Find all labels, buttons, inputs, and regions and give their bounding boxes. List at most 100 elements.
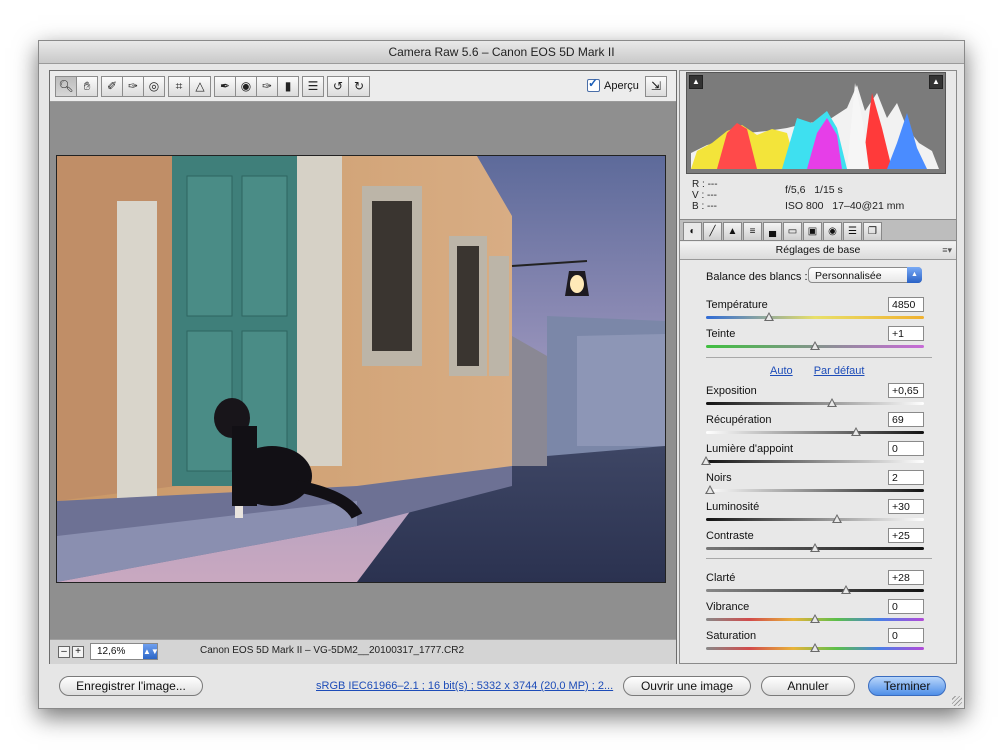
camera-raw-window: Camera Raw 5.6 – Canon EOS 5D Mark II 🔍︎… — [38, 40, 965, 709]
slider-thumb[interactable] — [810, 341, 820, 350]
preview-checkbox[interactable]: ✓ Aperçu — [587, 76, 639, 92]
default-link[interactable]: Par défaut — [814, 365, 865, 377]
panel-menu-icon[interactable]: ≡▾ — [942, 242, 952, 259]
slider-value-field[interactable]: +25 — [888, 528, 924, 543]
slider-track[interactable] — [706, 316, 924, 319]
tone-curve-tab-icon[interactable]: ╱ — [703, 222, 722, 241]
slider-row-lumiere-d-appoint: Lumière d'appoint 0 — [701, 441, 926, 469]
slider-thumb[interactable] — [810, 614, 820, 623]
slider-track[interactable] — [706, 431, 924, 434]
slider-row-teinte: Teinte +1 — [706, 326, 926, 354]
slider-value-field[interactable]: 0 — [888, 599, 924, 614]
slider-thumb[interactable] — [810, 543, 820, 552]
slider-value-field[interactable]: +28 — [888, 570, 924, 585]
resize-grip-icon[interactable] — [952, 696, 962, 706]
workflow-options-link[interactable]: sRGB IEC61966–2.1 ; 16 bit(s) ; 5332 x 3… — [316, 680, 613, 692]
slider-thumb[interactable] — [705, 485, 716, 494]
slider-thumb[interactable] — [810, 643, 820, 652]
checkmark-icon: ✓ — [588, 76, 599, 90]
effects-tab-icon[interactable]: ▣ — [803, 222, 822, 241]
graduated-filter-icon[interactable]: ▮ — [277, 76, 299, 97]
shadow-clipping-warning-icon[interactable]: ▲ — [689, 75, 703, 89]
slider-label: Exposition — [706, 385, 757, 397]
preferences-icon[interactable]: ☰ — [302, 76, 324, 97]
white-balance-select[interactable]: Personnalisée ▲ — [808, 267, 922, 283]
panel-header: Réglages de base ≡▾ — [680, 242, 956, 260]
hsl-tab-icon[interactable]: ≡ — [743, 222, 762, 241]
slider-track[interactable] — [706, 460, 924, 463]
lens-corrections-tab-icon[interactable]: ▭ — [783, 222, 802, 241]
chevron-updown-icon: ▲▼ — [143, 644, 159, 659]
white-balance-tool-icon[interactable]: ✐ — [101, 76, 123, 97]
slider-thumb[interactable] — [827, 398, 838, 407]
slider-thumb[interactable] — [851, 427, 862, 436]
slider-row-contraste: Contraste +25 — [706, 528, 926, 556]
rotate-cw-icon[interactable]: ↻ — [348, 76, 370, 97]
fullscreen-toggle-icon[interactable]: ⇲ — [645, 76, 667, 97]
detail-tab-icon[interactable]: ▲ — [723, 222, 742, 241]
slider-value-field[interactable]: +1 — [888, 326, 924, 341]
spot-removal-tool-icon[interactable]: ✒ — [214, 76, 236, 97]
aperture: f/5,6 — [785, 184, 806, 196]
slider-track[interactable] — [706, 589, 924, 592]
preview-status-bar: – + 12,6% ▲▼ Canon EOS 5D Mark II – VG-5… — [50, 639, 676, 664]
cancel-button[interactable]: Annuler — [761, 676, 855, 696]
r-value: --- — [707, 179, 718, 190]
slider-row-recuperation: Récupération 69 — [706, 412, 926, 440]
slider-value-field[interactable]: +0,65 — [888, 383, 924, 398]
zoom-tool-icon[interactable]: 🔍︎ — [55, 76, 77, 97]
histogram: ▲ ▲ — [686, 72, 946, 174]
slider-row-saturation: Saturation 0 — [706, 628, 926, 656]
slider-track[interactable] — [706, 489, 924, 492]
straighten-tool-icon[interactable]: △ — [189, 76, 211, 97]
zoom-level-value: 12,6% — [97, 646, 126, 657]
slider-label: Luminosité — [706, 501, 760, 513]
v-label: V : — [692, 190, 705, 201]
chevron-updown-icon: ▲ — [907, 267, 922, 283]
basic-tab-icon[interactable]: ◐ — [683, 222, 702, 241]
slider-label: Récupération — [706, 414, 772, 426]
r-label: R : — [692, 179, 705, 190]
slider-value-field[interactable]: 0 — [888, 628, 924, 643]
crop-tool-icon[interactable]: ⌗ — [168, 76, 190, 97]
adjustment-brush-icon[interactable]: ✑ — [256, 76, 278, 97]
v-value: --- — [707, 190, 718, 201]
split-toning-tab-icon[interactable]: ▄ — [763, 222, 782, 241]
highlight-clipping-warning-icon[interactable]: ▲ — [929, 75, 943, 89]
target-adjustment-tool-icon[interactable]: ◎ — [143, 76, 165, 97]
auto-link[interactable]: Auto — [770, 365, 793, 377]
snapshots-tab-icon[interactable]: ❐ — [863, 222, 882, 241]
adjustments-pane: ▲ ▲ R : --- V : --- B : --- f/5,6 1/15 s… — [679, 70, 957, 664]
slider-track[interactable] — [706, 518, 924, 521]
open-image-button[interactable]: Ouvrir une image — [623, 676, 751, 696]
photo-preview[interactable] — [56, 155, 666, 583]
rgb-readout: R : --- V : --- B : --- — [692, 179, 718, 212]
camera-calibration-tab-icon[interactable]: ◉ — [823, 222, 842, 241]
slider-thumb[interactable] — [840, 585, 851, 594]
slider-label: Noirs — [706, 472, 732, 484]
preview-image — [57, 156, 665, 582]
hand-tool-icon[interactable]: ✋︎ — [76, 76, 98, 97]
checkbox-box[interactable]: ✓ — [587, 76, 600, 92]
lens: 17–40@21 mm — [832, 200, 905, 212]
slider-value-field[interactable]: +30 — [888, 499, 924, 514]
presets-tab-icon[interactable]: ☰ — [843, 222, 862, 241]
slider-track[interactable] — [706, 402, 924, 405]
zoom-level-select[interactable]: 12,6% ▲▼ — [90, 643, 159, 660]
red-eye-tool-icon[interactable]: ◉ — [235, 76, 257, 97]
auto-default-links: Auto Par défaut — [770, 365, 882, 377]
zoom-in-button[interactable]: + — [72, 646, 84, 658]
save-image-button[interactable]: Enregistrer l'image... — [59, 676, 203, 696]
rotate-ccw-icon[interactable]: ↺ — [327, 76, 349, 97]
slider-label: Température — [706, 299, 768, 311]
zoom-out-button[interactable]: – — [58, 646, 70, 658]
slider-value-field[interactable]: 69 — [888, 412, 924, 427]
slider-thumb[interactable] — [764, 312, 775, 321]
done-button[interactable]: Terminer — [868, 676, 946, 696]
slider-thumb[interactable] — [831, 514, 842, 523]
color-sampler-tool-icon[interactable]: ✑ — [122, 76, 144, 97]
slider-value-field[interactable]: 2 — [888, 470, 924, 485]
slider-thumb[interactable] — [701, 456, 711, 465]
slider-value-field[interactable]: 4850 — [888, 297, 924, 312]
slider-value-field[interactable]: 0 — [888, 441, 924, 456]
